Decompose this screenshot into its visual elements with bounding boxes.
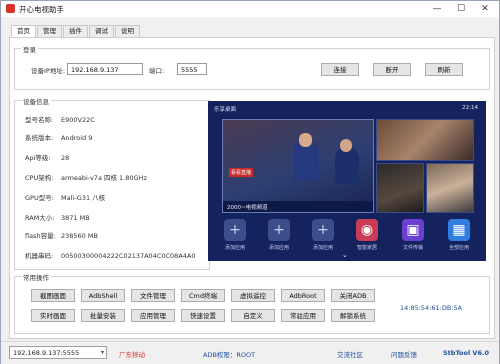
thumbnail-2[interactable] [376,163,424,213]
file-manager-button[interactable]: 文件管理 [131,289,175,302]
app-window: 开心电视助手 — ☐ ✕ 首页 管理 插件 调试 说明 登录 设备IP地址: 1… [0,0,500,364]
info-value: 00500300004222C02137A04C0C08A4A0 [61,252,196,260]
add-app-icon[interactable]: + [312,219,334,241]
device-select[interactable]: 192.168.9.137:5555 ▾ [9,346,107,359]
info-key: Api等级: [25,154,51,162]
ops-legend: 常用操作 [21,272,51,282]
device-info-legend: 设备信息 [21,96,51,106]
info-key: 系统版本: [25,134,54,142]
adbroot-button[interactable]: AdbRoot [281,289,325,302]
tab-manage[interactable]: 管理 [37,25,62,37]
thumbnail-1[interactable] [376,119,474,161]
minimize-button[interactable]: — [425,1,449,17]
port-input[interactable]: 5555 [177,63,207,75]
file-transfer-icon[interactable]: ▣ [402,219,424,241]
close-button[interactable]: ✕ [473,1,497,17]
status-bar: 192.168.9.137:5555 ▾ 广东移动 ADB权限：ROOT 交流社… [1,341,499,364]
adb-permission: ADB权限：ROOT [203,351,256,359]
chevron-down-icon: ⌄ [342,251,348,259]
channel-bar-text: 2000~电视频道 [227,205,268,211]
info-key: 机器串码: [25,252,54,260]
info-value: 3871 MB [61,214,90,222]
info-value: Android 9 [61,134,93,142]
tile-label: 全部应用 [448,245,469,251]
port-label: 端口: [149,67,165,75]
community-link[interactable]: 交流社区 [337,349,363,359]
tile-label: 文件传输 [402,245,423,251]
version-label: StbTool V6.0 [443,349,489,357]
app-icon [6,4,15,13]
channel-bar: 2000~电视频道 [223,201,373,212]
featured-video: 看看直播 2000~电视频道 [222,119,374,213]
info-value: Mali-G31 八核 [61,194,106,202]
smart-home-icon[interactable]: ◉ [356,219,378,241]
cmd-terminal-button[interactable]: Cmd终端 [181,289,225,302]
info-row-gpu: GPU型号: Mali-G31 八核 [25,192,105,202]
tab-strip: 首页 管理 插件 调试 说明 [11,25,141,38]
info-value: armeabi-v7a 四核 1.80GHz [61,174,147,182]
virtual-remote-button[interactable]: 虚拟遥控 [231,289,275,302]
tv-screen-preview[interactable]: 乐享桌面 22:14 看看直播 2000~电视频道 + 添加应用 + 添加应用 … [208,101,486,261]
live-screen-button[interactable]: 实时画面 [31,309,75,322]
quick-settings-button[interactable]: 快速设置 [181,309,225,322]
info-key: RAM大小: [25,214,55,222]
tile-label: 添加应用 [312,245,333,251]
close-adb-button[interactable]: 关闭ADB [331,289,375,302]
info-key: GPU型号: [25,194,54,202]
device-select-value: 192.168.9.137:5555 [13,349,80,357]
login-group: 登录 设备IP地址: 192.168.9.137 端口: 5555 连接 断开 … [14,44,490,90]
chevron-down-icon: ▾ [100,349,104,356]
ip-label: 设备IP地址: [31,67,66,75]
tab-help[interactable]: 说明 [115,25,140,37]
desktop-label: 乐享桌面 [214,107,237,113]
tab-debug[interactable]: 调试 [89,25,114,37]
title-bar: 开心电视助手 — ☐ ✕ [1,1,499,17]
screenshot-button[interactable]: 截图画面 [31,289,75,302]
tile-label: 添加应用 [224,245,245,251]
info-row-flash: flash容量: 238560 MB [25,230,98,240]
live-tag: 看看直播 [229,168,254,177]
operator-label: 广东移动 [119,351,145,359]
info-row-model: 型号名称: E900V22C [25,114,95,124]
add-app-icon[interactable]: + [268,219,290,241]
anchor-face [340,139,352,152]
info-key: flash容量: [25,232,56,240]
info-value: 238560 MB [61,232,98,240]
login-legend: 登录 [21,44,38,54]
info-row-api: Api等级: 28 [25,152,69,162]
custom-button[interactable]: 自定义 [231,309,275,322]
unlock-system-button[interactable]: 解锁系统 [331,309,375,322]
adbshell-button[interactable]: AdbShell [81,289,125,302]
mac-address: 14:85:54:61:DB:5A [400,304,463,312]
maximize-button[interactable]: ☐ [449,1,473,17]
info-key: CPU架构: [25,174,54,182]
resident-apps-button[interactable]: 常驻应用 [281,309,325,322]
info-value: 28 [61,154,70,162]
info-row-serial: 机器串码: 00500300004222C02137A04C0C08A4A0 [25,250,195,260]
refresh-button[interactable]: 刷新 [425,63,463,76]
connect-button[interactable]: 连接 [321,63,359,76]
info-row-ram: RAM大小: 3871 MB [25,212,90,222]
thumbnail-3[interactable] [426,163,474,213]
screen-clock: 22:14 [462,105,478,111]
anchor-face [299,133,312,147]
all-apps-icon[interactable]: ▦ [448,219,470,241]
window-title: 开心电视助手 [19,5,64,14]
device-info-group: 设备信息 型号名称: E900V22C 系统版本: Android 9 Api等级:… [14,96,210,270]
info-row-os: 系统版本: Android 9 [25,132,92,142]
disconnect-button[interactable]: 断开 [373,63,411,76]
tab-plugins[interactable]: 插件 [63,25,88,37]
tile-label: 添加应用 [268,245,289,251]
info-value: E900V22C [61,116,95,124]
app-manager-button[interactable]: 应用管理 [131,309,175,322]
tile-label: 智能家居 [356,245,377,251]
info-key: 型号名称: [25,116,54,124]
batch-install-button[interactable]: 批量安装 [81,309,125,322]
feedback-link[interactable]: 问题反馈 [391,349,417,359]
info-row-cpu: CPU架构: armeabi-v7a 四核 1.80GHz [25,172,147,182]
ip-input[interactable]: 192.168.9.137 [67,63,143,75]
add-app-icon[interactable]: + [224,219,246,241]
